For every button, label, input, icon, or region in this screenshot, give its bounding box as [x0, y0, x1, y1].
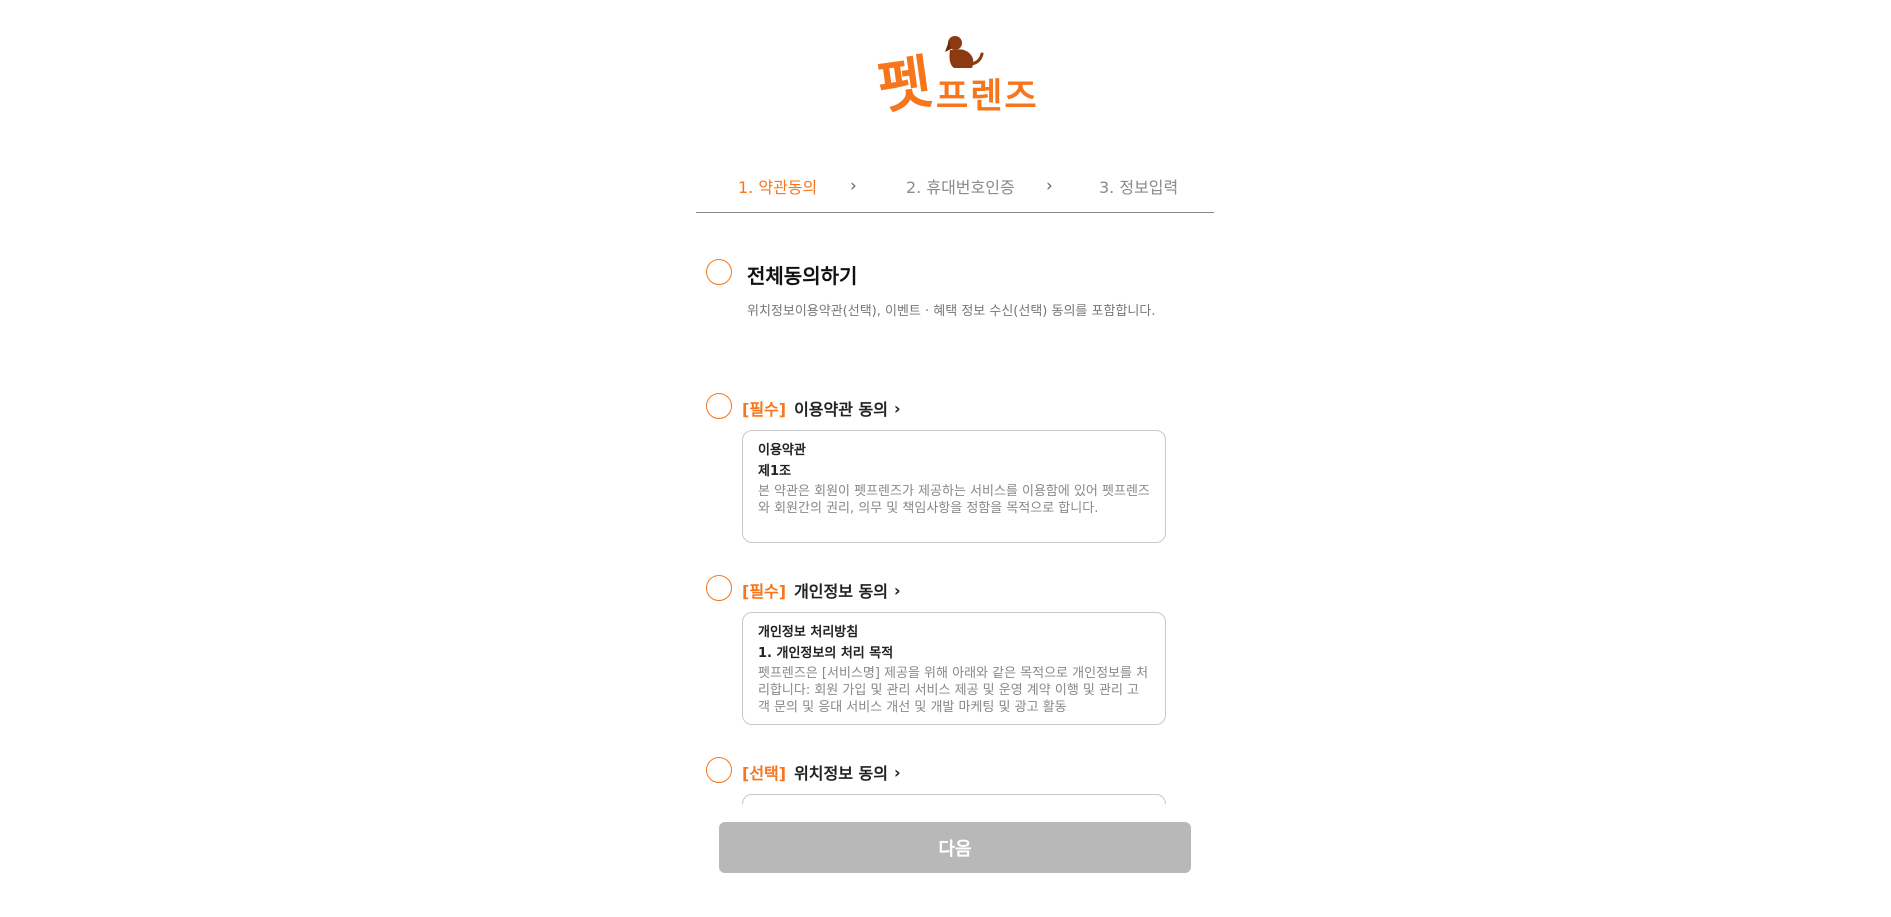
terms-of-use-box-body: 본 약관은 회원이 펫프렌즈가 제공하는 서비스를 이용함에 있어 펫프렌즈와 … [758, 484, 1150, 516]
privacy-box-body: 펫프렌즈은 [서비스명] 제공을 위해 아래와 같은 목적으로 개인정보를 처리… [758, 666, 1149, 715]
next-button[interactable]: 다음 [719, 822, 1191, 873]
step-phone-verification: 2. 휴대번호인증 [906, 178, 1015, 197]
terms-of-use-box-subtitle: 제1조 [758, 464, 791, 479]
dog-icon [945, 36, 984, 68]
terms-list[interactable]: 전체동의하기 위치정보이용약관(선택), 이벤트 · 혜택 정보 수신(선택) … [696, 230, 1214, 804]
step-info-input: 3. 정보입력 [1099, 178, 1179, 197]
chevron-right-icon: › [1046, 176, 1053, 196]
privacy-row[interactable]: [필수] 개인정보 동의 › [742, 578, 901, 602]
terms-of-use-label: 이용약관 동의 [794, 400, 888, 419]
required-tag: [필수] [742, 400, 787, 419]
required-tag: [필수] [742, 582, 787, 601]
terms-of-use-box-title: 이용약관 [758, 443, 806, 458]
logo-sub-text: 프렌즈 [936, 77, 1039, 117]
step-terms-agreement: 1. 약관동의 [738, 178, 818, 197]
petfriends-logo: 펫 프렌즈 [872, 34, 1042, 122]
optional-tag: [선택] [742, 764, 787, 783]
location-row[interactable]: [선택] 위치정보 동의 › [742, 760, 901, 784]
privacy-box[interactable]: 개인정보 처리방침 1. 개인정보의 처리 목적 펫프렌즈은 [서비스명] 제공… [742, 612, 1166, 725]
location-checkbox[interactable] [706, 757, 732, 783]
chevron-right-icon: › [893, 580, 901, 600]
location-label: 위치정보 동의 [794, 764, 888, 783]
agree-all-description: 위치정보이용약관(선택), 이벤트 · 혜택 정보 수신(선택) 동의를 포함합… [747, 304, 1156, 319]
agree-all-title[interactable]: 전체동의하기 [747, 260, 857, 289]
privacy-box-subtitle: 1. 개인정보의 처리 목적 [758, 646, 894, 661]
terms-of-use-checkbox[interactable] [706, 393, 732, 419]
privacy-label: 개인정보 동의 [794, 582, 888, 601]
location-box[interactable] [742, 794, 1166, 804]
agree-all-checkbox[interactable] [706, 259, 732, 285]
logo-main-text: 펫 [873, 47, 935, 123]
privacy-checkbox[interactable] [706, 575, 732, 601]
chevron-right-icon: › [893, 762, 901, 782]
chevron-right-icon: › [850, 176, 857, 196]
privacy-box-title: 개인정보 처리방침 [758, 625, 859, 640]
terms-of-use-row[interactable]: [필수] 이용약관 동의 › [742, 396, 901, 420]
signup-steps: 1. 약관동의 › 2. 휴대번호인증 › 3. 정보입력 [696, 170, 1214, 213]
signup-page: 펫 프렌즈 1. 약관동의 › 2. 휴대번호인증 › 3. 정보입력 전체동의… [0, 0, 1891, 917]
chevron-right-icon: › [893, 398, 901, 418]
terms-of-use-box[interactable]: 이용약관 제1조 본 약관은 회원이 펫프렌즈가 제공하는 서비스를 이용함에 … [742, 430, 1166, 543]
